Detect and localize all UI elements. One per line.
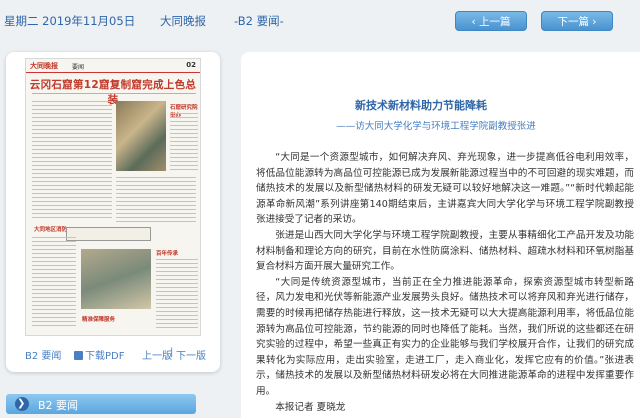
text-column	[170, 113, 198, 173]
side-headline: 百年传承	[156, 251, 179, 257]
article-subtitle: ——访大同大学化学与环境工程学院副教授张进	[336, 121, 536, 132]
thumbnail-page-number: 02	[186, 61, 196, 69]
page-indicator: -B2 要闻-	[234, 14, 284, 28]
side-headline: 精准保障服务	[82, 317, 116, 323]
text-column	[32, 101, 112, 221]
expand-button[interactable]: ❯	[15, 397, 29, 411]
text-column	[156, 259, 198, 329]
page-link[interactable]: B2 要闻	[25, 347, 61, 362]
newspaper-logo: 大同晚报	[30, 62, 58, 70]
article-paragraph: “大同是传统资源型城市，当前正在全力推进能源革命，探索资源型城市转型新路径，风力…	[256, 276, 634, 397]
chevron-left-icon: ‹	[471, 16, 480, 28]
section-label: B2 要闻	[38, 399, 79, 412]
thumbnail-header: 大同晚报 要闻 02	[26, 59, 200, 73]
next-article-button[interactable]: 下一篇 ›	[541, 11, 613, 31]
next-page-link[interactable]: 下一版	[176, 347, 206, 362]
page-thumbnail-panel: 大同晚报 要闻 02 云冈石窟第12窟复制窟完成上色总装 石窟研究院举办 大同地…	[6, 52, 220, 372]
article-panel: 新技术新材料助力节能降耗 ——访大同大学化学与环境工程学院副教授张进 “大同是一…	[241, 52, 640, 418]
section-bar[interactable]: ❯ B2 要闻	[6, 394, 196, 414]
prev-page-link[interactable]: 上一版	[142, 347, 172, 362]
thumbnail-section: 要闻	[72, 64, 85, 71]
divider	[32, 93, 196, 94]
text-column	[32, 237, 76, 327]
article-paragraph: “大同是一个资源型城市，如何解决弃风、弃光现象，进一步提高低谷电利用效率，将低品…	[256, 152, 634, 226]
download-pdf-link[interactable]: 下载PDF	[74, 347, 124, 362]
thumbnail-photo	[81, 249, 151, 309]
thumbnail-box	[66, 227, 151, 241]
link-separator: |	[170, 347, 174, 358]
page-thumbnail[interactable]: 大同晚报 要闻 02 云冈石窟第12窟复制窟完成上色总装 石窟研究院举办 大同地…	[25, 58, 201, 336]
chevron-right-icon: ›	[588, 16, 597, 28]
article-body: “大同是一个资源型城市，如何解决弃风、弃光现象，进一步提高低谷电利用效率，将低品…	[256, 150, 634, 415]
prev-article-button[interactable]: ‹ 上一篇	[455, 11, 527, 31]
article-title: 新技术新材料助力节能降耗	[355, 99, 487, 112]
pdf-icon	[74, 351, 83, 360]
chevron-right-icon: ❯	[17, 398, 26, 409]
text-column	[116, 177, 196, 223]
article-byline: 本报记者 夏晓龙	[275, 401, 346, 413]
issue-date: 星期二 2019年11月05日	[4, 14, 136, 28]
thumbnail-photo	[116, 101, 166, 171]
side-headline: 大同地区消防	[34, 227, 68, 233]
top-bar: 星期二 2019年11月05日 大同晚报 -B2 要闻- ‹ 上一篇 下一篇 ›	[0, 0, 640, 40]
article-paragraph: 张进是山西大同大学化学与环境工程学院副教授，主要从事精细化工产品开发及功能材料制…	[256, 229, 634, 273]
paper-name: 大同晚报	[160, 14, 206, 28]
